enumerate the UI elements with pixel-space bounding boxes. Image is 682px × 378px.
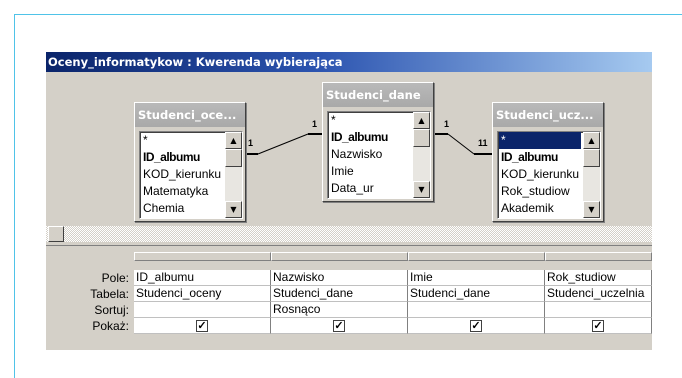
- pane-splitter[interactable]: [46, 242, 652, 246]
- field-item[interactable]: Akademik: [501, 200, 554, 217]
- field-item[interactable]: *: [143, 132, 148, 149]
- join-2-left-cardinality: 1: [444, 119, 449, 129]
- query-design-window: Oceny_informatykow : Kwerenda wybierając…: [46, 52, 652, 350]
- field-item[interactable]: Nazwisko: [331, 146, 382, 163]
- page-frame-top-line: [14, 14, 682, 15]
- row-label-sort: Sortuj:: [94, 303, 129, 317]
- grid-cell-show: ✓: [271, 318, 408, 334]
- field-item[interactable]: Data_ur: [331, 180, 374, 197]
- join-1-right-cardinality: 1: [312, 119, 317, 129]
- scroll-up-icon[interactable]: ▲: [413, 112, 430, 129]
- field-list-items: * ID_albumu KOD_kierunku Rok_studiow Aka…: [497, 131, 601, 219]
- row-label-table: Tabela:: [90, 287, 129, 301]
- grid-cell-sort[interactable]: [545, 302, 652, 318]
- grid-cell-sort[interactable]: [134, 302, 271, 318]
- field-item[interactable]: Matematyka: [143, 183, 208, 200]
- field-list-scrollbar[interactable]: ▲ ▼: [413, 112, 430, 198]
- field-item-key[interactable]: ID_albumu: [331, 129, 388, 146]
- field-list-title[interactable]: Studenci_oce...: [135, 103, 245, 127]
- field-list-title[interactable]: Studenci_dane: [323, 83, 433, 107]
- grid-cell-show: ✓: [134, 318, 271, 334]
- field-item-key[interactable]: ID_albumu: [143, 149, 200, 166]
- field-list-studenci-uczelnia[interactable]: Studenci_ucz... * ID_albumu KOD_kierunku…: [492, 102, 604, 222]
- grid-cell-table[interactable]: Studenci_uczelnia: [545, 286, 652, 302]
- column-selector[interactable]: [134, 252, 271, 261]
- show-checkbox[interactable]: ✓: [592, 320, 604, 332]
- field-list-scrollbar[interactable]: ▲ ▼: [225, 132, 242, 218]
- grid-cell-field[interactable]: Rok_studiow: [545, 270, 652, 286]
- window-title[interactable]: Oceny_informatykow : Kwerenda wybierając…: [46, 52, 652, 72]
- show-checkbox[interactable]: ✓: [196, 320, 208, 332]
- show-checkbox[interactable]: ✓: [333, 320, 345, 332]
- row-label-field: Pole:: [101, 271, 129, 285]
- grid-cell-sort[interactable]: Rosnąco: [271, 302, 408, 318]
- field-item[interactable]: *: [331, 112, 336, 129]
- show-checkbox[interactable]: ✓: [470, 320, 482, 332]
- field-item-key[interactable]: ID_albumu: [501, 149, 558, 166]
- page-frame-left-line: [14, 14, 15, 378]
- field-list-scrollbar[interactable]: ▲ ▼: [583, 132, 600, 218]
- field-list-studenci-oceny[interactable]: Studenci_oce... * ID_albumu KOD_kierunku…: [134, 102, 246, 222]
- join-2-right-cardinality: 11: [478, 138, 488, 148]
- grid-cell-show: ✓: [408, 318, 545, 334]
- column-selector[interactable]: [408, 252, 545, 261]
- grid-cell-show: ✓: [545, 318, 652, 334]
- scroll-corner-button[interactable]: [48, 226, 64, 242]
- field-item[interactable]: KOD_kierunku: [501, 166, 579, 183]
- design-grid: Pole: Tabela: Sortuj: Pokaż: ID_albumu S…: [46, 248, 652, 350]
- field-list-studenci-dane[interactable]: Studenci_dane * ID_albumu Nazwisko Imie …: [322, 82, 434, 202]
- scroll-thumb[interactable]: [413, 129, 430, 147]
- field-item[interactable]: KOD_kierunku: [143, 166, 221, 183]
- field-lists-pane: 1 1 1 11 Studenci_oce... * ID_albumu KOD…: [46, 72, 652, 226]
- join-1-left-cardinality: 1: [248, 138, 253, 148]
- grid-cell-table[interactable]: Studenci_dane: [271, 286, 408, 302]
- column-selector[interactable]: [271, 252, 408, 261]
- scroll-thumb[interactable]: [583, 149, 600, 167]
- field-item[interactable]: Rok_studiow: [501, 183, 570, 200]
- scroll-down-icon[interactable]: ▼: [225, 201, 242, 218]
- join-line-2: [447, 133, 475, 155]
- row-label-show: Pokaż:: [92, 319, 129, 333]
- field-list-items: * ID_albumu Nazwisko Imie Data_ur ▲ ▼: [327, 111, 431, 199]
- field-item[interactable]: Imie: [331, 163, 354, 180]
- grid-cell-field[interactable]: Imie: [408, 270, 545, 286]
- grid-cell-sort[interactable]: [408, 302, 545, 318]
- field-item[interactable]: Chemia: [143, 200, 184, 217]
- field-list-title[interactable]: Studenci_ucz...: [493, 103, 603, 127]
- scroll-up-icon[interactable]: ▲: [583, 132, 600, 149]
- scroll-down-icon[interactable]: ▼: [413, 181, 430, 198]
- grid-cell-field[interactable]: Nazwisko: [271, 270, 408, 286]
- grid-cell-field[interactable]: ID_albumu: [134, 270, 271, 286]
- scroll-up-icon[interactable]: ▲: [225, 132, 242, 149]
- column-selector[interactable]: [545, 252, 652, 261]
- upper-pane-scrollbar[interactable]: [46, 226, 652, 242]
- scroll-down-icon[interactable]: ▼: [583, 201, 600, 218]
- field-list-items: * ID_albumu KOD_kierunku Matematyka Chem…: [139, 131, 243, 219]
- grid-cell-table[interactable]: Studenci_dane: [408, 286, 545, 302]
- field-item-selected[interactable]: *: [499, 132, 581, 149]
- join-line-1: [257, 133, 309, 155]
- scroll-thumb[interactable]: [225, 149, 242, 167]
- grid-cell-table[interactable]: Studenci_oceny: [134, 286, 271, 302]
